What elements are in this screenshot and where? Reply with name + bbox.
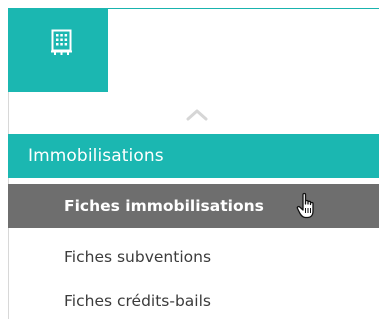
chevron-up-icon[interactable] (184, 108, 210, 122)
menu-section-immobilisations[interactable]: Immobilisations (8, 134, 379, 178)
sidebar-panel: Immobilisations Fiches immobilisations F… (0, 0, 379, 319)
top-divider (108, 8, 379, 9)
hand-pointer-icon (296, 192, 314, 219)
menu-item-fiches-immobilisations[interactable]: Fiches immobilisations (8, 184, 379, 228)
menu-item-fiches-credits-bails[interactable]: Fiches crédits-bails (8, 279, 379, 319)
logo-tile[interactable] (8, 8, 108, 92)
menu-item-fiches-subventions[interactable]: Fiches subventions (8, 235, 379, 279)
building-icon (51, 29, 72, 55)
